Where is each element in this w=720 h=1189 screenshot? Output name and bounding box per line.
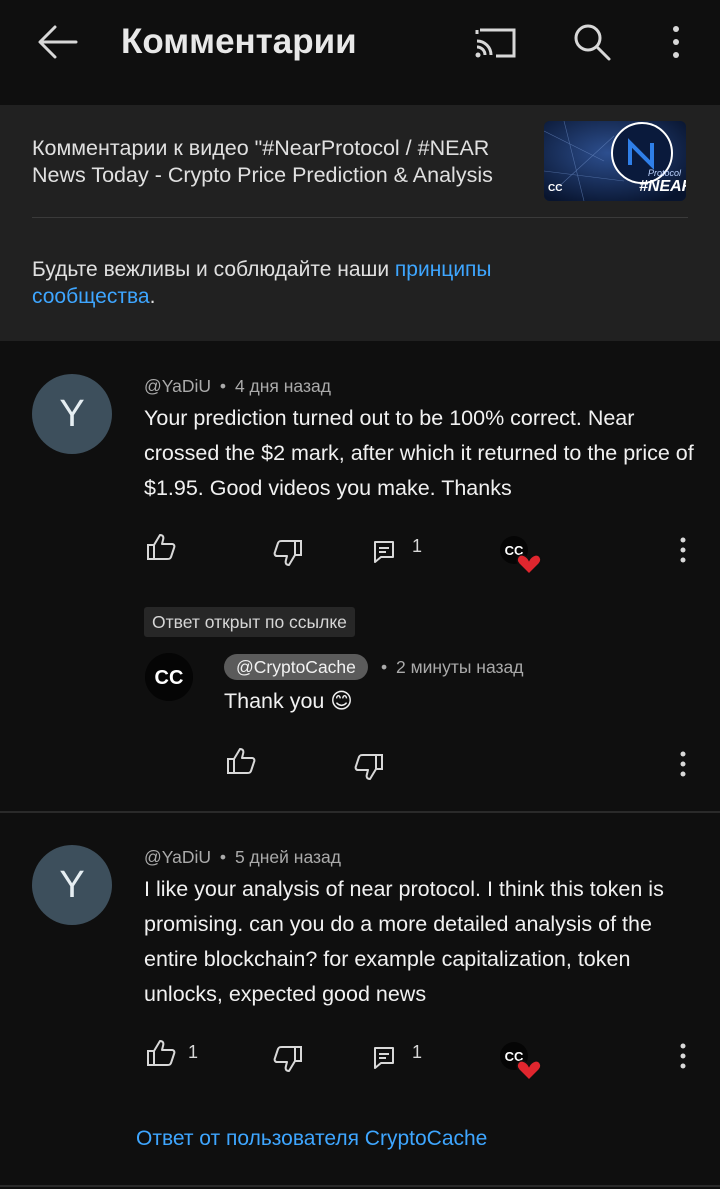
thumb-up-icon[interactable] <box>146 533 176 561</box>
search-icon[interactable] <box>572 22 612 62</box>
reply-icon[interactable] <box>373 540 395 564</box>
avatar[interactable]: Y <box>32 845 112 925</box>
thumb-down-icon[interactable] <box>354 753 384 781</box>
reply-count: 1 <box>412 536 423 556</box>
avatar[interactable]: Y <box>32 374 112 454</box>
creator-heart-icon: CC <box>500 1042 542 1082</box>
page-title: Комментарии <box>121 22 357 61</box>
comment-text: Your prediction turned out to be 100% co… <box>144 406 694 500</box>
meta-separator: • <box>219 376 227 396</box>
guidelines-prefix: Будьте вежливы и соблюдайте наши <box>32 258 395 281</box>
reply-count: 1 <box>412 1042 423 1062</box>
thumbnail-near-text: #NEAR <box>639 178 686 195</box>
avatar[interactable]: CC <box>145 653 193 701</box>
video-title-line-1: Комментарии к видео "#NearProtocol / #NE… <box>32 136 490 160</box>
thumb-up-icon[interactable] <box>146 1039 176 1067</box>
linked-reply-badge: Ответ открыт по ссылке <box>144 607 355 637</box>
comment-author[interactable]: @YaDiU <box>144 376 211 396</box>
more-vert-icon[interactable] <box>679 536 687 566</box>
cast-icon[interactable] <box>474 24 518 60</box>
reply-time: 2 минуты назад <box>396 657 524 677</box>
comment-divider <box>0 811 720 813</box>
view-replies-link[interactable]: Ответ от пользователя CryptoCache <box>136 1127 487 1151</box>
guidelines-link-part-2[interactable]: сообщества <box>32 285 150 308</box>
reply-icon[interactable] <box>373 1046 395 1070</box>
comment-time: 4 дня назад <box>234 376 331 396</box>
thumbnail-protocol-text: Protocol <box>648 168 682 178</box>
comment-author[interactable]: @YaDiU <box>144 847 211 867</box>
video-title-line-2: News Today - Crypto Price Prediction & A… <box>32 163 493 187</box>
guidelines-suffix: . <box>149 285 156 308</box>
comment-text: I like your analysis of near protocol. I… <box>144 877 664 1006</box>
app-bar: Комментарии <box>0 0 720 88</box>
reply-meta: • 2 минуты назад <box>381 657 523 678</box>
thumb-up-icon[interactable] <box>226 747 256 775</box>
more-vert-icon[interactable] <box>679 1042 687 1072</box>
comment-time: 5 дней назад <box>234 847 341 867</box>
card-divider <box>32 217 688 218</box>
community-guidelines-notice: Будьте вежливы и соблюдайте наши принцип… <box>32 256 682 310</box>
creator-heart-icon: CC <box>500 536 542 576</box>
reply-author-chip[interactable]: @CryptoCache <box>224 654 368 680</box>
thumbnail-cc-logo: CC <box>548 183 563 194</box>
svg-text:CC: CC <box>155 667 184 689</box>
comment-meta: @YaDiU • 4 дня назад <box>144 376 331 397</box>
like-count: 1 <box>188 1042 199 1062</box>
more-vert-icon[interactable] <box>664 24 688 60</box>
video-thumbnail[interactable]: Protocol #NEAR CC <box>544 121 686 201</box>
reply-text: Thank you 😊 <box>224 689 353 713</box>
back-arrow-icon[interactable] <box>36 24 78 60</box>
more-vert-icon[interactable] <box>679 750 687 780</box>
thumb-down-icon[interactable] <box>273 539 303 567</box>
meta-separator: • <box>381 657 388 677</box>
meta-separator: • <box>219 847 227 867</box>
guidelines-link-part-1[interactable]: принципы <box>395 258 492 281</box>
video-title[interactable]: Комментарии к видео "#NearProtocol / #NE… <box>32 135 532 189</box>
thumb-down-icon[interactable] <box>273 1045 303 1073</box>
comment-meta: @YaDiU • 5 дней назад <box>144 847 341 868</box>
comment-divider <box>0 1185 720 1187</box>
